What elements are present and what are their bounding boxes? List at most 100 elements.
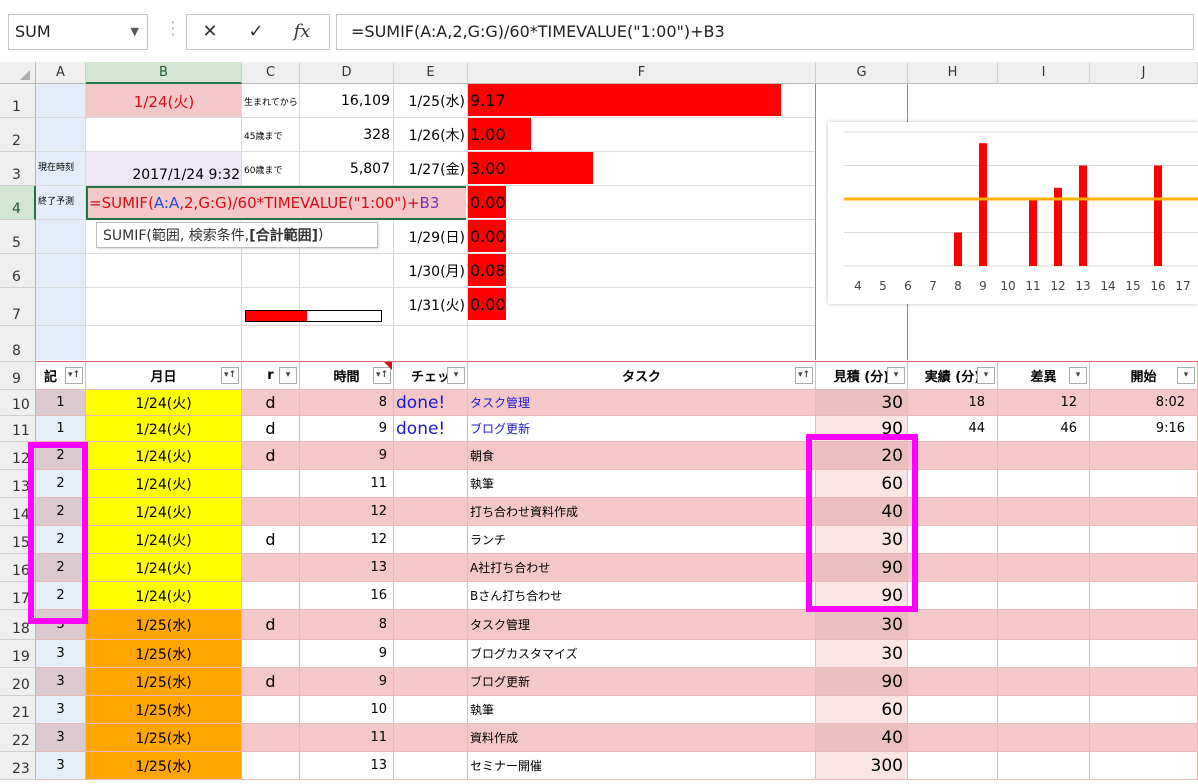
table-cell-i[interactable]: [998, 696, 1090, 724]
table-cell-c[interactable]: d: [242, 526, 300, 554]
row-header-8[interactable]: 8: [0, 326, 36, 362]
table-cell-i[interactable]: [998, 554, 1090, 582]
col-header-h[interactable]: H: [908, 62, 998, 84]
table-cell-e[interactable]: [394, 498, 468, 526]
col-header-i[interactable]: I: [998, 62, 1090, 84]
table-cell-d[interactable]: 13: [300, 554, 394, 582]
table-cell-f[interactable]: ブログ更新: [468, 416, 816, 442]
cell-b3-current-time[interactable]: 2017/1/24 9:32: [86, 152, 242, 186]
table-cell-b[interactable]: 1/25(水): [86, 668, 242, 696]
table-cell-d[interactable]: 9: [300, 416, 394, 442]
table-cell-j[interactable]: [1090, 696, 1198, 724]
table-header-e[interactable]: チェッ ▾: [394, 362, 468, 390]
filter-dropdown-icon[interactable]: ▾↑: [65, 367, 83, 384]
row-header-5[interactable]: 5: [0, 220, 36, 254]
table-cell-g[interactable]: 30: [816, 640, 908, 668]
table-cell-b[interactable]: 1/24(火): [86, 470, 242, 498]
table-cell-i[interactable]: 46: [998, 416, 1090, 442]
table-cell-e[interactable]: [394, 640, 468, 668]
filter-dropdown-icon[interactable]: ▾: [977, 367, 995, 384]
table-cell-h[interactable]: 44: [908, 416, 998, 442]
table-cell-c[interactable]: d: [242, 610, 300, 640]
table-cell-e[interactable]: [394, 752, 468, 780]
table-cell-j[interactable]: 9:16: [1090, 416, 1198, 442]
table-cell-j[interactable]: [1090, 582, 1198, 610]
row-header-20[interactable]: 20: [0, 668, 36, 696]
table-cell-h[interactable]: [908, 526, 998, 554]
table-cell-a[interactable]: 1: [36, 390, 86, 416]
table-cell-f[interactable]: 執筆: [468, 470, 816, 498]
row-header-19[interactable]: 19: [0, 640, 36, 668]
table-cell-a[interactable]: 3: [36, 696, 86, 724]
table-cell-j[interactable]: [1090, 442, 1198, 470]
table-cell-f[interactable]: 資料作成: [468, 724, 816, 752]
col-header-g[interactable]: G: [816, 62, 908, 84]
table-cell-i[interactable]: [998, 582, 1090, 610]
table-cell-i[interactable]: [998, 752, 1090, 780]
table-cell-j[interactable]: [1090, 470, 1198, 498]
select-all-corner[interactable]: [0, 62, 36, 84]
table-cell-f[interactable]: 打ち合わせ資料作成: [468, 498, 816, 526]
table-cell-c[interactable]: [242, 724, 300, 752]
table-cell-e[interactable]: [394, 696, 468, 724]
table-cell-h[interactable]: [908, 668, 998, 696]
table-header-f[interactable]: タスク ▾↑: [468, 362, 816, 390]
table-cell-d[interactable]: 13: [300, 752, 394, 780]
cell-b1-date[interactable]: 1/24(火): [86, 84, 242, 118]
table-cell-a[interactable]: 3: [36, 640, 86, 668]
table-cell-h[interactable]: [908, 582, 998, 610]
table-cell-j[interactable]: [1090, 724, 1198, 752]
table-cell-i[interactable]: [998, 498, 1090, 526]
table-cell-i[interactable]: [998, 526, 1090, 554]
table-cell-a[interactable]: 1: [36, 416, 86, 442]
table-header-g[interactable]: 見積 (分) ▾: [816, 362, 908, 390]
chart[interactable]: 4 5 6 7 8 9 10 11 12 13 14 15 16 17: [828, 122, 1198, 304]
table-cell-d[interactable]: 16: [300, 582, 394, 610]
table-cell-d[interactable]: 8: [300, 390, 394, 416]
table-cell-c[interactable]: d: [242, 416, 300, 442]
table-cell-i[interactable]: 12: [998, 390, 1090, 416]
col-header-a[interactable]: A: [36, 62, 86, 84]
table-cell-j[interactable]: [1090, 752, 1198, 780]
table-header-j[interactable]: 開始 ▾: [1090, 362, 1198, 390]
col-header-d[interactable]: D: [300, 62, 394, 84]
table-header-c[interactable]: r ▾: [242, 362, 300, 390]
cell-b4-edit-formula[interactable]: =SUMIF(A:A ,2, G:G)/60*TIMEVALUE("1:00")+ B…: [86, 186, 466, 220]
row-header-4[interactable]: 4: [0, 186, 36, 220]
table-cell-i[interactable]: [998, 724, 1090, 752]
table-cell-c[interactable]: [242, 498, 300, 526]
table-cell-h[interactable]: [908, 554, 998, 582]
table-cell-g[interactable]: 60: [816, 696, 908, 724]
table-cell-f[interactable]: タスク管理: [468, 390, 816, 416]
table-cell-e[interactable]: [394, 610, 468, 640]
table-cell-f[interactable]: ブログカスタマイズ: [468, 640, 816, 668]
row-header-23[interactable]: 23: [0, 752, 36, 780]
table-cell-h[interactable]: [908, 610, 998, 640]
table-cell-a[interactable]: 3: [36, 752, 86, 780]
table-cell-d[interactable]: 12: [300, 526, 394, 554]
row-header-6[interactable]: 6: [0, 254, 36, 288]
row-header-7[interactable]: 7: [0, 288, 36, 326]
table-cell-f[interactable]: 朝食: [468, 442, 816, 470]
table-cell-d[interactable]: 8: [300, 610, 394, 640]
table-cell-h[interactable]: [908, 498, 998, 526]
col-header-j[interactable]: J: [1090, 62, 1198, 84]
table-cell-b[interactable]: 1/25(水): [86, 640, 242, 668]
table-cell-j[interactable]: [1090, 610, 1198, 640]
table-cell-g[interactable]: 30: [816, 390, 908, 416]
table-cell-j[interactable]: [1090, 640, 1198, 668]
table-cell-c[interactable]: d: [242, 442, 300, 470]
table-cell-h[interactable]: 18: [908, 390, 998, 416]
table-cell-d[interactable]: 10: [300, 696, 394, 724]
table-cell-c[interactable]: [242, 554, 300, 582]
table-cell-d[interactable]: 9: [300, 668, 394, 696]
table-cell-c[interactable]: [242, 752, 300, 780]
table-cell-g[interactable]: 30: [816, 610, 908, 640]
table-cell-f[interactable]: Bさん打ち合わせ: [468, 582, 816, 610]
table-cell-f[interactable]: タスク管理: [468, 610, 816, 640]
row-header-10[interactable]: 10: [0, 390, 36, 416]
table-cell-j[interactable]: [1090, 668, 1198, 696]
name-box[interactable]: SUM ▼: [8, 14, 148, 50]
table-cell-e[interactable]: [394, 526, 468, 554]
table-cell-h[interactable]: [908, 470, 998, 498]
